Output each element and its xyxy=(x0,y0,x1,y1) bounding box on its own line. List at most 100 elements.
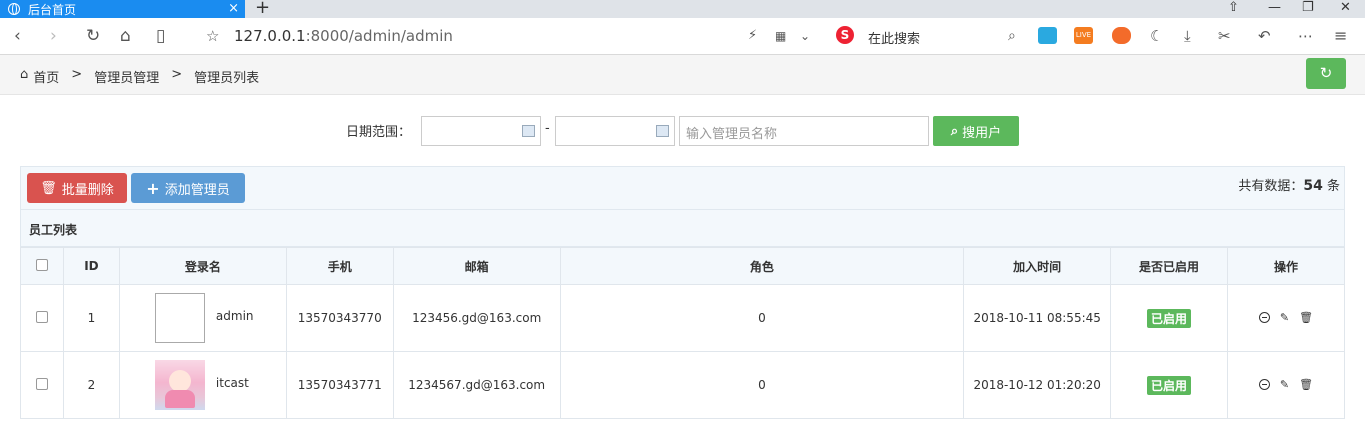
home-icon[interactable]: ⌂ xyxy=(20,67,28,86)
calendar-icon[interactable] xyxy=(656,125,669,137)
breadcrumb-home[interactable]: 首页 xyxy=(33,67,59,86)
filter-form: 日期范围： - 输入管理员名称 ⌕ 搜用户 xyxy=(0,115,1365,147)
breadcrumb-bar: ⌂ 首页 > 管理员管理 > 管理员列表 ↻ xyxy=(0,55,1365,95)
home-icon[interactable]: ⌂ xyxy=(120,25,131,47)
cell-phone: 13570343771 xyxy=(285,351,394,419)
edit-icon[interactable]: ✎ xyxy=(1280,311,1289,324)
cell-login: itcast xyxy=(118,351,287,419)
avatar xyxy=(154,360,205,410)
new-tab-button[interactable]: + xyxy=(255,0,270,18)
pin-icon[interactable]: ⇧ xyxy=(1228,0,1239,16)
cell-email: 123456.gd@163.com xyxy=(392,284,561,352)
total-number: 54 xyxy=(1303,178,1323,194)
login-name: admin xyxy=(215,309,254,323)
video-extension-icon[interactable] xyxy=(1038,27,1057,44)
add-admin-button[interactable]: + 添加管理员 xyxy=(131,173,245,203)
browser-toolbar: ‹ › ↻ ⌂ ▯ ☆ 127.0.0.1:8000/admin/admin ⚡… xyxy=(0,18,1365,55)
select-all-cell xyxy=(20,247,64,285)
search-icon[interactable]: ⌕ xyxy=(1008,25,1016,47)
calendar-icon[interactable] xyxy=(522,125,535,137)
reload-icon[interactable]: ↻ xyxy=(86,25,100,47)
browser-search-box[interactable]: 在此搜索 xyxy=(868,28,920,47)
browser-tab[interactable]: 后台首页 × xyxy=(0,0,245,18)
cell-email: 1234567.gd@163.com xyxy=(392,351,561,419)
star-icon[interactable]: ☆ xyxy=(206,25,219,47)
url-path: :8000/admin/admin xyxy=(305,27,453,45)
row-select-cell xyxy=(20,284,64,352)
disable-icon[interactable] xyxy=(1258,378,1270,390)
cell-status: 已启用 xyxy=(1110,351,1228,419)
lightning-icon[interactable]: ⚡ xyxy=(748,25,757,47)
total-count: 共有数据：54 条 xyxy=(1238,175,1340,194)
row-checkbox[interactable] xyxy=(35,310,48,323)
date-range-label: 日期范围： xyxy=(346,125,412,140)
table-row: 1 admin 13570343770 123456.gd@163.com 0 … xyxy=(20,284,1345,352)
total-suffix: 条 xyxy=(1326,179,1340,194)
search-icon: ⌕ xyxy=(950,123,959,139)
header-joined: 加入时间 xyxy=(963,247,1112,285)
status-badge: 已启用 xyxy=(1147,375,1192,395)
globe-icon xyxy=(8,3,20,15)
breadcrumb: ⌂ 首页 > 管理员管理 > 管理员列表 xyxy=(20,67,271,86)
more-icon[interactable]: ⋯ xyxy=(1298,25,1313,47)
table-header-row: ID 登录名 手机 邮箱 角色 加入时间 是否已启用 操作 xyxy=(20,247,1345,285)
table-row: 2 itcast 13570343771 1234567.gd@163.com … xyxy=(20,351,1345,419)
admin-table: ID 登录名 手机 邮箱 角色 加入时间 是否已启用 操作 1 admin 13… xyxy=(20,247,1345,419)
header-email: 邮箱 xyxy=(392,247,561,285)
edit-icon[interactable]: ✎ xyxy=(1280,378,1289,391)
forward-icon[interactable]: › xyxy=(50,25,57,47)
window-close-icon[interactable]: ✕ xyxy=(1340,0,1351,16)
browser-tab-strip: 后台首页 × + ⇧ — ❐ ✕ xyxy=(0,0,1365,18)
maximize-icon[interactable]: ❐ xyxy=(1302,0,1314,16)
close-icon[interactable]: × xyxy=(228,0,239,18)
breadcrumb-separator: > xyxy=(71,67,83,82)
cell-actions: ✎ 🗑 xyxy=(1227,284,1345,352)
night-mode-icon[interactable]: ☾ xyxy=(1150,25,1163,47)
date-separator: - xyxy=(545,121,550,136)
download-icon[interactable]: ⤓ xyxy=(1184,25,1191,47)
scissors-icon[interactable]: ✂ xyxy=(1218,25,1231,47)
live-extension-icon[interactable]: LIVE xyxy=(1074,27,1093,44)
table-caption: 员工列表 xyxy=(20,210,1345,247)
start-date-input[interactable] xyxy=(421,116,541,146)
header-role: 角色 xyxy=(559,247,965,285)
undo-icon[interactable]: ↶ xyxy=(1258,25,1271,47)
breadcrumb-admin-manage[interactable]: 管理员管理 xyxy=(94,67,159,86)
batch-delete-button[interactable]: 🗑 批量删除 xyxy=(27,173,127,203)
cell-actions: ✎ 🗑 xyxy=(1227,351,1345,419)
tab-title: 后台首页 xyxy=(28,2,77,17)
refresh-button[interactable]: ↻ xyxy=(1306,58,1346,89)
sogou-search-icon[interactable]: S xyxy=(836,26,854,44)
end-date-input[interactable] xyxy=(555,116,675,146)
select-all-checkbox[interactable] xyxy=(35,258,48,271)
minimize-icon[interactable]: — xyxy=(1268,0,1281,16)
cell-id: 2 xyxy=(62,351,120,419)
reader-icon[interactable]: ▯ xyxy=(156,25,165,47)
disable-icon[interactable] xyxy=(1258,311,1270,323)
address-bar[interactable]: 127.0.0.1:8000/admin/admin xyxy=(234,27,453,45)
cell-role: 0 xyxy=(559,351,965,419)
gamepad-icon[interactable] xyxy=(1112,27,1131,44)
back-icon[interactable]: ‹ xyxy=(14,25,21,47)
add-admin-label: 添加管理员 xyxy=(164,182,230,198)
header-phone: 手机 xyxy=(285,247,394,285)
url-host: 127.0.0.1 xyxy=(234,27,306,45)
batch-delete-label: 批量删除 xyxy=(61,182,114,198)
admin-name-input[interactable]: 输入管理员名称 xyxy=(679,116,929,146)
qrcode-icon[interactable]: ▦ xyxy=(775,25,786,47)
plus-icon: + xyxy=(146,178,160,198)
menu-icon[interactable]: ≡ xyxy=(1334,25,1347,47)
search-button-label: 搜用户 xyxy=(962,125,1002,141)
row-checkbox[interactable] xyxy=(35,377,48,390)
breadcrumb-admin-list: 管理员列表 xyxy=(194,71,260,86)
header-id: ID xyxy=(62,247,120,285)
header-login: 登录名 xyxy=(118,247,287,285)
delete-icon[interactable]: 🗑 xyxy=(1299,311,1313,324)
cell-id: 1 xyxy=(62,284,120,352)
status-badge: 已启用 xyxy=(1147,308,1192,328)
delete-icon[interactable]: 🗑 xyxy=(1299,378,1313,391)
row-select-cell xyxy=(20,351,64,419)
trash-icon: 🗑 xyxy=(40,180,57,196)
chevron-down-icon[interactable]: ⌄ xyxy=(800,25,810,47)
search-user-button[interactable]: ⌕ 搜用户 xyxy=(933,116,1019,146)
